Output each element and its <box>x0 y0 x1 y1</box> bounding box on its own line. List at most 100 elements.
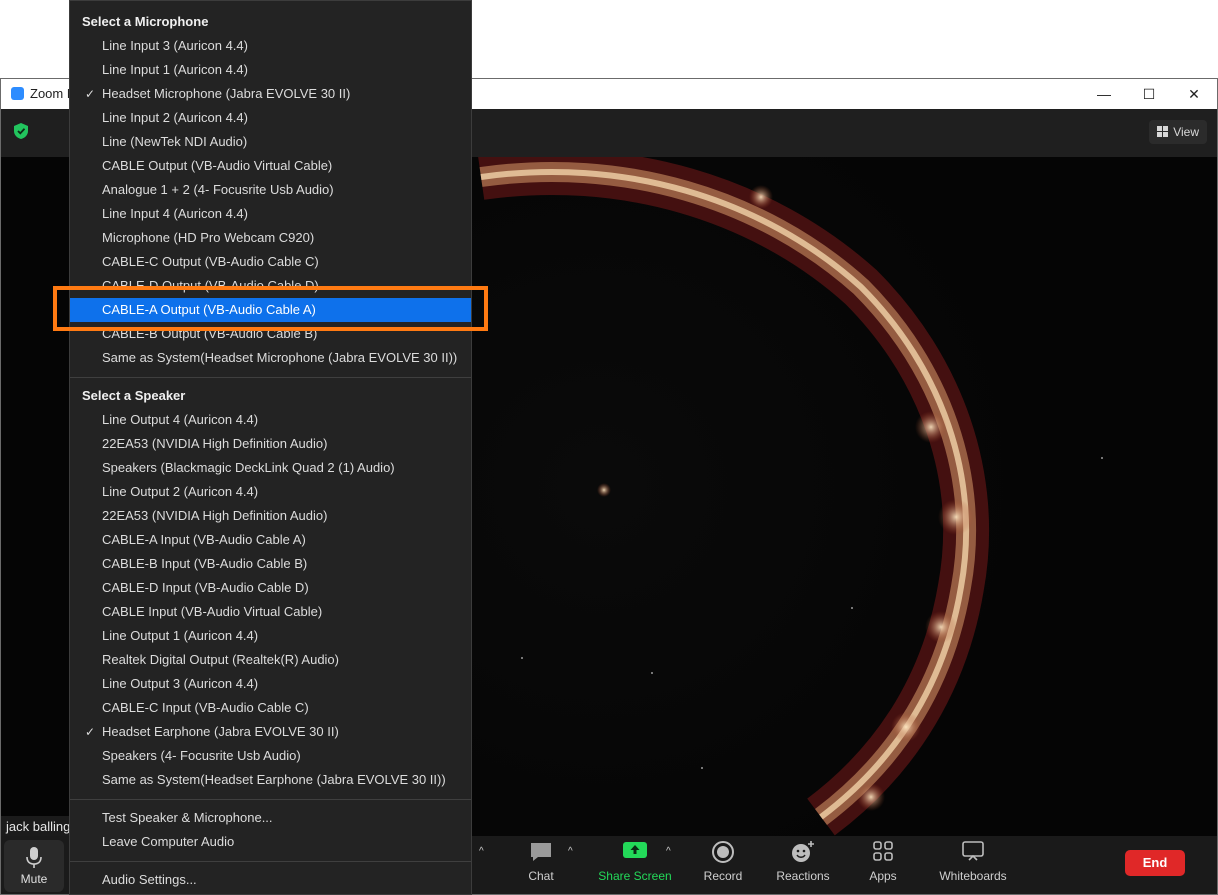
star <box>521 657 523 659</box>
end-meeting-button[interactable]: End <box>1125 850 1185 876</box>
speaker-option[interactable]: Same as System(Headset Earphone (Jabra E… <box>70 768 471 792</box>
security-shield-icon[interactable] <box>13 122 29 145</box>
speaker-option[interactable]: 22EA53 (NVIDIA High Definition Audio) <box>70 504 471 528</box>
speaker-option[interactable]: Realtek Digital Output (Realtek(R) Audio… <box>70 648 471 672</box>
microphone-option[interactable]: Line Input 1 (Auricon 4.4) <box>70 58 471 82</box>
microphone-icon <box>4 846 64 870</box>
microphone-option[interactable]: Line (NewTek NDI Audio) <box>70 130 471 154</box>
microphone-option[interactable]: Line Input 3 (Auricon 4.4) <box>70 34 471 58</box>
share-screen-icon <box>595 840 675 866</box>
speaker-option[interactable]: CABLE-C Input (VB-Audio Cable C) <box>70 696 471 720</box>
divider <box>70 377 471 378</box>
maximize-button[interactable]: ☐ <box>1126 79 1172 109</box>
divider <box>70 861 471 862</box>
whiteboards-button[interactable]: Whiteboards <box>933 840 1013 892</box>
star <box>701 767 703 769</box>
reactions-label: Reactions <box>776 869 830 883</box>
audio-device-menu: Select a Microphone Line Input 3 (Aurico… <box>69 0 472 895</box>
microphone-option[interactable]: CABLE-C Output (VB-Audio Cable C) <box>70 250 471 274</box>
option-label: 22EA53 (NVIDIA High Definition Audio) <box>102 436 328 451</box>
record-button[interactable]: Record <box>683 840 763 892</box>
chat-options-caret[interactable]: ^ <box>568 846 573 857</box>
option-label: CABLE-C Input (VB-Audio Cable C) <box>102 700 309 715</box>
option-label: CABLE-B Input (VB-Audio Cable B) <box>102 556 308 571</box>
view-label: View <box>1173 125 1199 139</box>
share-screen-button[interactable]: Share Screen <box>595 840 675 892</box>
microphone-section-header: Select a Microphone <box>82 14 209 29</box>
option-label: CABLE-A Input (VB-Audio Cable A) <box>102 532 306 547</box>
star <box>1101 457 1103 459</box>
apps-icon <box>843 840 923 866</box>
apps-label: Apps <box>869 869 897 883</box>
option-label: Line Output 1 (Auricon 4.4) <box>102 628 259 643</box>
record-icon <box>683 840 763 866</box>
mute-label: Mute <box>20 872 48 886</box>
option-label: Analogue 1 + 2 (4- Focusrite Usb Audio) <box>102 182 334 197</box>
option-label: Realtek Digital Output (Realtek(R) Audio… <box>102 652 339 667</box>
option-label: Headset Microphone (Jabra EVOLVE 30 II) <box>102 86 351 101</box>
option-label: Line Output 3 (Auricon 4.4) <box>102 676 259 691</box>
option-label: Headset Earphone (Jabra EVOLVE 30 II) <box>102 724 339 739</box>
record-label: Record <box>703 869 743 883</box>
audio-settings-item[interactable]: Audio Settings... <box>70 868 471 892</box>
minimize-button[interactable]: — <box>1081 79 1127 109</box>
speaker-option[interactable]: Line Output 3 (Auricon 4.4) <box>70 672 471 696</box>
speaker-option[interactable]: Line Output 4 (Auricon 4.4) <box>70 408 471 432</box>
option-label: Line Output 4 (Auricon 4.4) <box>102 412 259 427</box>
speaker-option[interactable]: Speakers (4- Focusrite Usb Audio) <box>70 744 471 768</box>
share-screen-label: Share Screen <box>598 869 672 883</box>
leave-computer-audio-item[interactable]: Leave Computer Audio <box>70 830 471 854</box>
option-label: CABLE-C Output (VB-Audio Cable C) <box>102 254 319 269</box>
option-label: CABLE Output (VB-Audio Virtual Cable) <box>102 158 333 173</box>
divider <box>70 799 471 800</box>
speaker-option[interactable]: Speakers (Blackmagic DeckLink Quad 2 (1)… <box>70 456 471 480</box>
star <box>851 607 853 609</box>
share-options-caret[interactable]: ^ <box>479 846 484 857</box>
option-label: Line Input 1 (Auricon 4.4) <box>102 62 248 77</box>
option-label: Line (NewTek NDI Audio) <box>102 134 248 149</box>
microphone-option[interactable]: ✓ Headset Microphone (Jabra EVOLVE 30 II) <box>70 82 471 106</box>
microphone-option[interactable]: Line Input 2 (Auricon 4.4) <box>70 106 471 130</box>
option-label: Line Output 2 (Auricon 4.4) <box>102 484 259 499</box>
apps-button[interactable]: Apps <box>843 840 923 892</box>
speaker-option[interactable]: Line Output 1 (Auricon 4.4) <box>70 624 471 648</box>
mute-button[interactable]: Mute <box>4 840 64 892</box>
checkmark-icon: ✓ <box>85 725 96 739</box>
speaker-option[interactable]: 22EA53 (NVIDIA High Definition Audio) <box>70 432 471 456</box>
participant-name-label: jack balling <box>1 816 76 837</box>
option-label: Line Input 4 (Auricon 4.4) <box>102 206 248 221</box>
chat-label: Chat <box>528 869 554 883</box>
highlight-annotation-box <box>53 286 488 331</box>
speaker-option[interactable]: CABLE-B Input (VB-Audio Cable B) <box>70 552 471 576</box>
microphone-option[interactable]: Same as System(Headset Microphone (Jabra… <box>70 346 471 370</box>
share-screen-options-caret[interactable]: ^ <box>666 846 671 857</box>
option-label: CABLE Input (VB-Audio Virtual Cable) <box>102 604 323 619</box>
speaker-option[interactable]: CABLE-D Input (VB-Audio Cable D) <box>70 576 471 600</box>
checkmark-icon: ✓ <box>85 87 96 101</box>
option-label: CABLE-D Input (VB-Audio Cable D) <box>102 580 309 595</box>
view-button[interactable]: View <box>1149 120 1207 144</box>
option-label: Same as System(Headset Earphone (Jabra E… <box>102 772 446 787</box>
star <box>651 672 653 674</box>
speaker-option[interactable]: ✓ Headset Earphone (Jabra EVOLVE 30 II) <box>70 720 471 744</box>
option-label: Speakers (Blackmagic DeckLink Quad 2 (1)… <box>102 460 395 475</box>
reactions-button[interactable]: Reactions <box>763 840 843 892</box>
test-speaker-microphone-item[interactable]: Test Speaker & Microphone... <box>70 806 471 830</box>
option-label: Same as System(Headset Microphone (Jabra… <box>102 350 458 365</box>
speaker-option[interactable]: Line Output 2 (Auricon 4.4) <box>70 480 471 504</box>
speaker-option[interactable]: CABLE-A Input (VB-Audio Cable A) <box>70 528 471 552</box>
option-label: Speakers (4- Focusrite Usb Audio) <box>102 748 301 763</box>
microphone-option[interactable]: Line Input 4 (Auricon 4.4) <box>70 202 471 226</box>
option-label: Line Input 3 (Auricon 4.4) <box>102 38 248 53</box>
microphone-option[interactable]: Analogue 1 + 2 (4- Focusrite Usb Audio) <box>70 178 471 202</box>
grid-view-icon <box>1157 121 1169 145</box>
speaker-option[interactable]: CABLE Input (VB-Audio Virtual Cable) <box>70 600 471 624</box>
option-label: Line Input 2 (Auricon 4.4) <box>102 110 248 125</box>
option-label: 22EA53 (NVIDIA High Definition Audio) <box>102 508 328 523</box>
microphone-option[interactable]: CABLE Output (VB-Audio Virtual Cable) <box>70 154 471 178</box>
microphone-option[interactable]: Microphone (HD Pro Webcam C920) <box>70 226 471 250</box>
close-button[interactable]: ✕ <box>1171 79 1217 109</box>
whiteboard-icon <box>933 840 1013 866</box>
option-label: Microphone (HD Pro Webcam C920) <box>102 230 315 245</box>
zoom-app-icon <box>11 87 24 100</box>
